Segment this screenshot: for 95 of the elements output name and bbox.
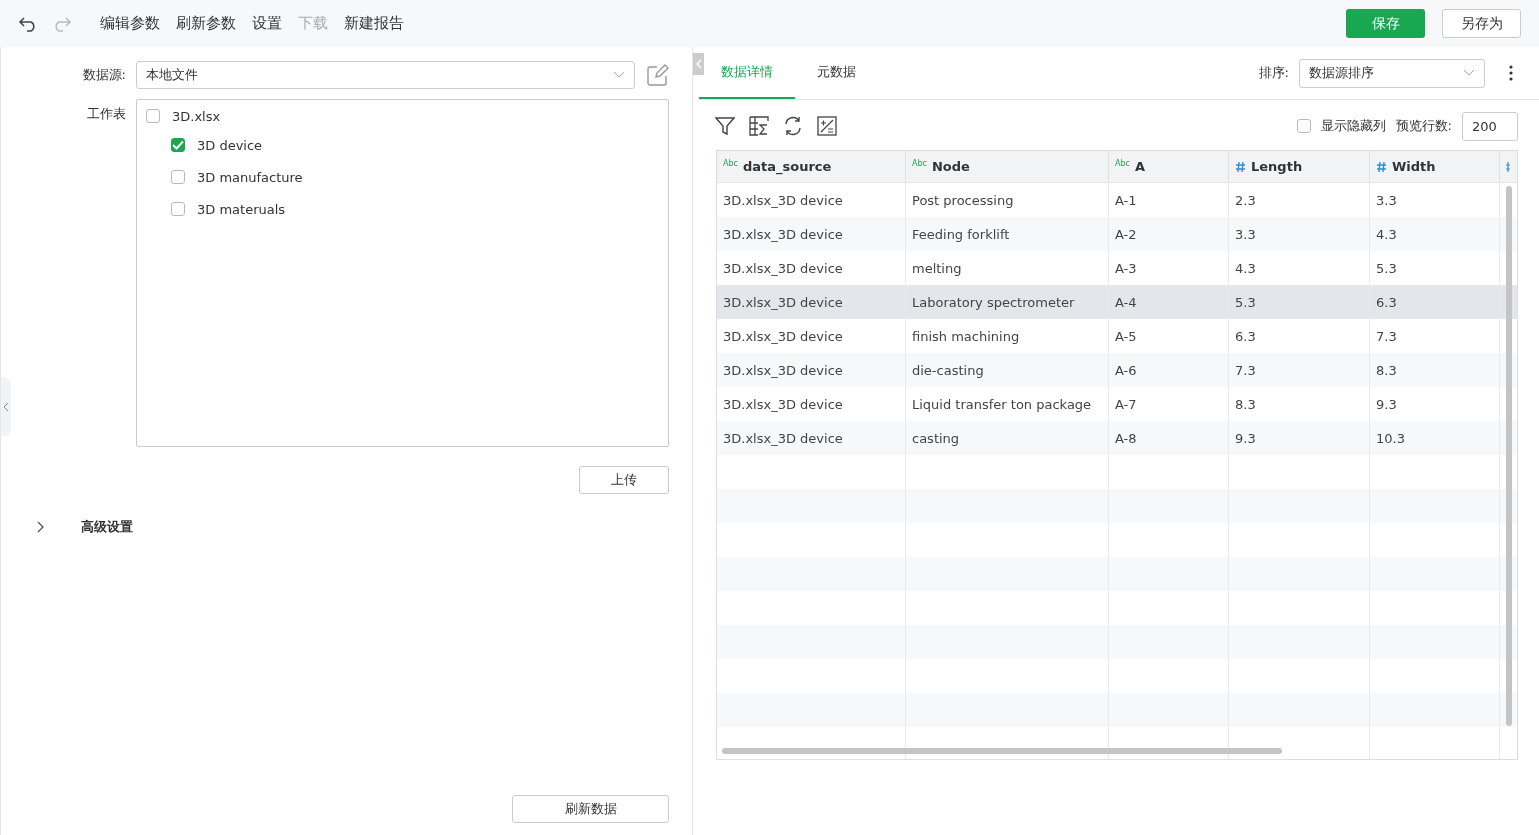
menu-item[interactable]: 编辑参数 — [100, 14, 160, 33]
number-type-icon — [1506, 161, 1510, 172]
edit-icon[interactable] — [647, 64, 669, 86]
table-cell: 4.3 — [1235, 260, 1256, 276]
table-cell: 4.3 — [1376, 226, 1397, 242]
sort-select[interactable]: 数据源排序 — [1299, 58, 1485, 88]
checkbox[interactable] — [171, 138, 185, 152]
table-cell: 3D.xlsx_3D device — [723, 430, 843, 446]
table-cell: 3D.xlsx_3D device — [723, 294, 843, 310]
undo-icon[interactable] — [18, 15, 38, 32]
number-type-icon — [1376, 160, 1387, 173]
worksheet-item[interactable]: 3D.xlsx — [146, 105, 659, 127]
section-title[interactable]: 高级设置 — [81, 518, 133, 536]
table-cell: A-8 — [1115, 430, 1137, 446]
worksheet-item[interactable]: 3D materuals — [171, 198, 659, 220]
checkbox[interactable] — [1296, 119, 1311, 133]
table-cell: 9.3 — [1376, 396, 1397, 412]
table-cell: A-1 — [1115, 192, 1137, 208]
table-cell: Laboratory spectrometer — [912, 294, 1075, 310]
preview-rows-input[interactable]: 200 — [1462, 111, 1518, 141]
table-cell: 3D.xlsx_3D device — [723, 396, 843, 412]
field-label: 工作表 — [86, 105, 126, 123]
collapse-handle[interactable] — [693, 53, 704, 75]
table-cell: Feeding forklift — [912, 226, 1010, 242]
table-cell: 3.3 — [1235, 226, 1256, 242]
table-cell: 3D.xlsx_3D device — [723, 226, 843, 242]
table-cell: A-6 — [1115, 362, 1137, 378]
table-cell: 3D.xlsx_3D device — [723, 260, 843, 276]
table-row[interactable]: 3D.xlsx_3D device Feeding forklift A-2 3.3 4.3 — [717, 217, 1517, 251]
preview-rows-label: 预览行数: — [1395, 117, 1452, 135]
caret-icon[interactable] — [37, 521, 45, 533]
table-cell: 2.3 — [1235, 192, 1256, 208]
table-cell: die-casting — [912, 362, 984, 378]
table-cell: 6.3 — [1235, 328, 1256, 344]
menu-item[interactable]: 新建报告 — [344, 14, 404, 33]
field-label: 数据源: — [81, 66, 126, 84]
checkbox[interactable] — [171, 170, 185, 184]
text-type-icon: Abc — [912, 159, 927, 168]
table-row[interactable]: 3D.xlsx_3D device die-casting A-6 7.3 8.3 — [717, 353, 1517, 387]
chevron-down-icon — [1463, 69, 1475, 77]
worksheet-item[interactable]: 3D device — [171, 134, 659, 156]
table-cell: 3.3 — [1376, 192, 1397, 208]
table-cell: 3D.xlsx_3D device — [723, 328, 843, 344]
table-cell: 8.3 — [1235, 396, 1256, 412]
column-header[interactable]: Abc Node — [906, 151, 1109, 182]
table-cell: A-5 — [1115, 328, 1137, 344]
column-header[interactable]: Width — [1370, 151, 1500, 182]
table-cell: finish machining — [912, 328, 1020, 344]
menu-item[interactable]: 设置 — [252, 14, 282, 33]
table-cell: 7.3 — [1376, 328, 1397, 344]
worksheet-item[interactable]: 3D manufacture — [171, 166, 659, 188]
table-cell: 6.3 — [1376, 294, 1397, 310]
table-cell: casting — [912, 430, 960, 446]
table-row[interactable]: 3D.xlsx_3D device Laboratory spectrometer A-4 5.3 6.3 — [717, 285, 1517, 319]
table-cell: 9.3 — [1235, 430, 1256, 446]
menu-item[interactable]: 刷新参数 — [176, 14, 236, 33]
horizontal-scrollbar[interactable] — [722, 748, 1282, 754]
table-row[interactable]: 3D.xlsx_3D device casting A-8 9.3 10.3 — [717, 421, 1517, 455]
datasource-select[interactable]: 本地文件 — [136, 61, 635, 89]
column-header[interactable]: Length — [1229, 151, 1370, 182]
refresh-data-button[interactable]: 刷新数据 — [512, 795, 669, 823]
save-as-button[interactable]: 另存为 — [1442, 9, 1521, 38]
sort-label: 排序: — [1258, 64, 1289, 82]
table-cell: 10.3 — [1376, 430, 1405, 446]
table-cell: 3D.xlsx_3D device — [723, 362, 843, 378]
table-cell: A-4 — [1115, 294, 1137, 310]
column-header[interactable]: Abc data_source — [717, 151, 906, 182]
table-cell: 7.3 — [1235, 362, 1256, 378]
table-cell: melting — [912, 260, 962, 276]
checkbox-label: 显示隐藏列 — [1320, 117, 1386, 135]
table-cell: Post processing — [912, 192, 1014, 208]
table-cell: Liquid transfer ton package — [912, 396, 1092, 412]
tab[interactable]: 元数据 — [795, 47, 878, 99]
chevron-down-icon — [613, 71, 625, 79]
filter-icon[interactable] — [715, 116, 735, 136]
checkbox[interactable] — [171, 202, 185, 216]
upload-button[interactable]: 上传 — [579, 466, 669, 494]
table-cell: 5.3 — [1235, 294, 1256, 310]
column-header[interactable]: Abc A — [1109, 151, 1229, 182]
number-type-icon — [1235, 160, 1246, 173]
text-type-icon: Abc — [1115, 159, 1130, 168]
collapse-handle[interactable] — [1, 377, 11, 437]
checkbox[interactable] — [146, 109, 160, 123]
table-cell: A-7 — [1115, 396, 1137, 412]
table-cell: 5.3 — [1376, 260, 1397, 276]
more-icon[interactable] — [1509, 65, 1513, 81]
calculator-icon[interactable] — [817, 116, 837, 136]
refresh-icon[interactable] — [783, 116, 803, 136]
table-cell: A-2 — [1115, 226, 1137, 242]
table-cell: 3D.xlsx_3D device — [723, 192, 843, 208]
vertical-scrollbar[interactable] — [1506, 186, 1512, 726]
sum-table-icon[interactable] — [749, 116, 769, 136]
table-cell: A-3 — [1115, 260, 1137, 276]
text-type-icon: Abc — [723, 159, 738, 168]
table-cell: 8.3 — [1376, 362, 1397, 378]
